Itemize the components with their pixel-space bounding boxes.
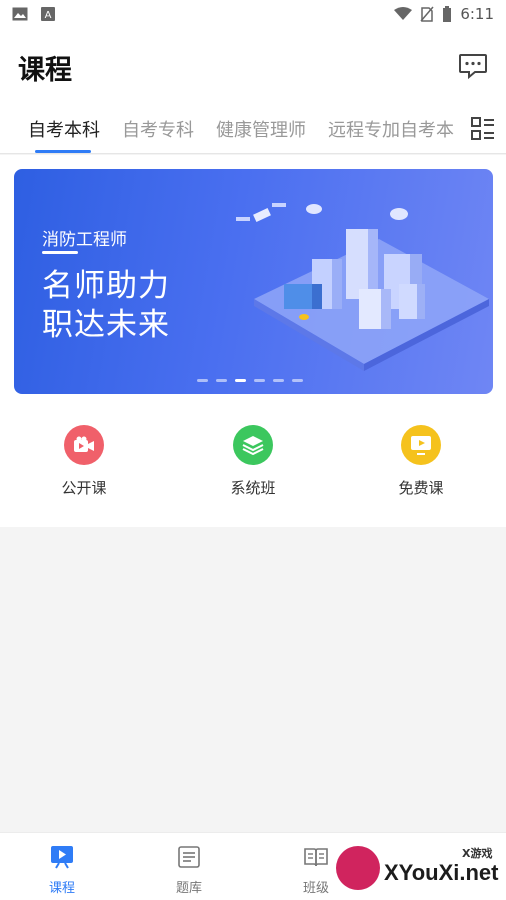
category-tabs: 自考本科 自考专科 健康管理师 远程专加自考本 [0, 104, 506, 154]
chat-bubble-icon[interactable] [458, 52, 488, 80]
banner-title-line2: 职达未来 [42, 307, 170, 343]
promo-banner[interactable]: 消防工程师 名师助力 职达未来 [14, 169, 493, 394]
banner-title: 名师助力 职达未来 [42, 267, 170, 345]
tab-self-exam-bachelor[interactable]: 自考本科 [28, 116, 100, 142]
tab-health-manager[interactable]: 健康管理师 [216, 116, 306, 142]
banner-dot[interactable] [216, 379, 227, 382]
quick-link-open-course[interactable]: 公开课 [39, 425, 129, 498]
image-notification-icon [12, 7, 28, 21]
nav-item-question-bank[interactable]: 题库 [159, 845, 219, 896]
tab-remote-associate-bachelor[interactable]: 远程专加自考本 [328, 116, 454, 142]
wifi-icon [394, 7, 413, 20]
nav-item-courses[interactable]: 课程 [32, 845, 92, 896]
nav-label: 题库 [175, 881, 202, 896]
active-tab-indicator [35, 150, 91, 153]
layers-icon [233, 425, 273, 465]
site-watermark: X游戏 XYouXi.net [336, 842, 499, 896]
no-sim-icon [420, 6, 434, 22]
banner-dot[interactable] [254, 379, 265, 382]
banner-dot[interactable] [235, 379, 246, 382]
watermark-logo-icon [336, 846, 380, 890]
banner-divider [42, 251, 78, 254]
battery-icon [443, 6, 452, 22]
watermark-small-text: X游戏 [462, 847, 493, 860]
banner-pagination [197, 379, 303, 382]
tab-self-exam-associate[interactable]: 自考专科 [122, 116, 194, 142]
video-camera-icon [64, 425, 104, 465]
quick-link-label: 公开课 [61, 479, 107, 497]
play-screen-icon [401, 425, 441, 465]
isometric-city-illustration [236, 203, 489, 371]
app-notification-icon: A [41, 7, 55, 21]
page-header: 课程 [0, 28, 506, 104]
svg-text:A: A [45, 10, 52, 21]
quick-link-label: 系统班 [230, 479, 276, 497]
banner-dot[interactable] [273, 379, 284, 382]
banner-title-line1: 名师助力 [42, 268, 170, 304]
status-bar: A 6:11 [0, 0, 506, 28]
page-title: 课程 [18, 55, 72, 86]
nav-label: 课程 [48, 881, 75, 896]
question-bank-icon [178, 846, 200, 868]
quick-link-label: 免费课 [398, 479, 444, 497]
watermark-text: XYouXi.net [384, 860, 499, 885]
play-board-icon [51, 846, 73, 869]
quick-link-system-class[interactable]: 系统班 [208, 425, 298, 498]
banner-dot[interactable] [292, 379, 303, 382]
status-time: 6:11 [460, 5, 494, 23]
category-list-icon[interactable] [470, 116, 496, 142]
banner-subtitle: 消防工程师 [42, 230, 127, 250]
banner-dot[interactable] [197, 379, 208, 382]
quick-link-free-course[interactable]: 免费课 [376, 425, 466, 498]
open-book-icon [304, 848, 328, 867]
